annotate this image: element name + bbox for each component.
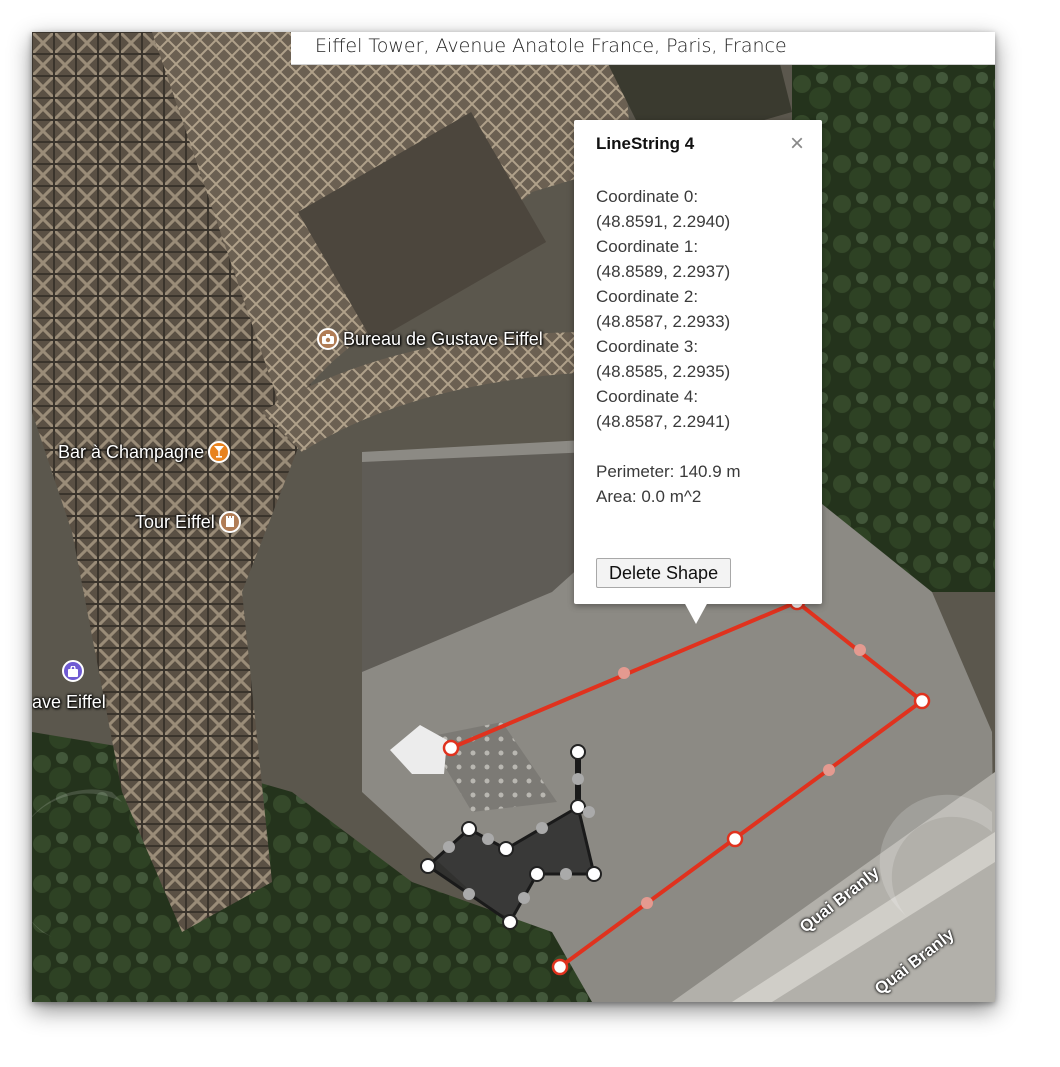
coordinate-value: (48.8591, 2.2940) xyxy=(596,212,731,231)
coordinate-label: Coordinate 4: xyxy=(596,387,699,406)
midpoint-handle[interactable] xyxy=(560,868,572,880)
vertex-handle[interactable] xyxy=(570,799,586,815)
poi-shop-label: ave Eiffel xyxy=(32,692,106,713)
coordinate-label: Coordinate 1: xyxy=(596,237,699,256)
area-text: Area: 0.0 m^2 xyxy=(596,487,702,506)
poi-label: ave Eiffel xyxy=(32,692,106,712)
vertex-handle[interactable] xyxy=(586,866,602,882)
coordinate-label: Coordinate 0: xyxy=(596,187,699,206)
vertex-handle[interactable] xyxy=(913,692,931,710)
midpoint-handle[interactable] xyxy=(443,841,455,853)
midpoint-handle[interactable] xyxy=(823,764,835,776)
vertex-handle[interactable] xyxy=(420,858,436,874)
midpoint-handle[interactable] xyxy=(572,773,584,785)
coordinate-value: (48.8587, 2.2941) xyxy=(596,412,731,431)
midpoint-handle[interactable] xyxy=(618,667,630,679)
midpoint-handle[interactable] xyxy=(854,644,866,656)
glass-icon xyxy=(208,441,231,463)
poi-shop[interactable] xyxy=(62,660,84,682)
coordinate-value: (48.8589, 2.2937) xyxy=(596,262,731,281)
poi-label: Tour Eiffel xyxy=(135,511,215,532)
perimeter-text: Perimeter: 140.9 m xyxy=(596,462,741,481)
poi-bureau-gustave-eiffel[interactable]: Bureau de Gustave Eiffel xyxy=(317,328,543,350)
midpoint-handle[interactable] xyxy=(536,822,548,834)
coordinate-label: Coordinate 3: xyxy=(596,337,699,356)
vertex-handle[interactable] xyxy=(551,958,569,976)
popup-body: Coordinate 0: (48.8591, 2.2940) Coordina… xyxy=(596,184,806,509)
vertex-handle[interactable] xyxy=(461,821,477,837)
poi-label: Bureau de Gustave Eiffel xyxy=(343,328,543,349)
vertex-handle[interactable] xyxy=(498,841,514,857)
popup-title: LineString 4 xyxy=(596,134,695,153)
midpoint-handle[interactable] xyxy=(641,897,653,909)
delete-shape-button[interactable]: Delete Shape xyxy=(596,558,732,588)
popup-tail xyxy=(684,602,708,624)
midpoint-handle[interactable] xyxy=(518,892,530,904)
poi-bar-a-champagne[interactable]: Bar à Champagne xyxy=(58,441,231,463)
coordinate-value: (48.8587, 2.2933) xyxy=(596,312,731,331)
close-icon[interactable]: × xyxy=(790,130,804,158)
vertex-handle[interactable] xyxy=(726,830,744,848)
vertex-handle[interactable] xyxy=(502,914,518,930)
poi-label: Bar à Champagne xyxy=(58,441,205,462)
vertex-handle[interactable] xyxy=(442,739,460,757)
coordinate-value: (48.8585, 2.2935) xyxy=(596,362,731,381)
vertex-handle[interactable] xyxy=(529,866,545,882)
camera-icon xyxy=(317,328,339,350)
coordinate-label: Coordinate 2: xyxy=(596,287,699,306)
map-frame[interactable]: Quai Branly Quai Branly Bureau de Gustav… xyxy=(32,32,995,1002)
midpoint-handle[interactable] xyxy=(482,833,494,845)
tower-icon xyxy=(218,511,241,533)
midpoint-handle[interactable] xyxy=(583,806,595,818)
poi-tour-eiffel[interactable]: Tour Eiffel xyxy=(135,511,241,533)
vertex-handle[interactable] xyxy=(570,744,586,760)
midpoint-handle[interactable] xyxy=(463,888,475,900)
info-window: LineString 4 × Coordinate 0: (48.8591, 2… xyxy=(574,120,822,624)
search-input[interactable]: Eiffel Tower, Avenue Anatole France, Par… xyxy=(291,32,995,65)
shopping-bag-icon xyxy=(62,660,84,682)
